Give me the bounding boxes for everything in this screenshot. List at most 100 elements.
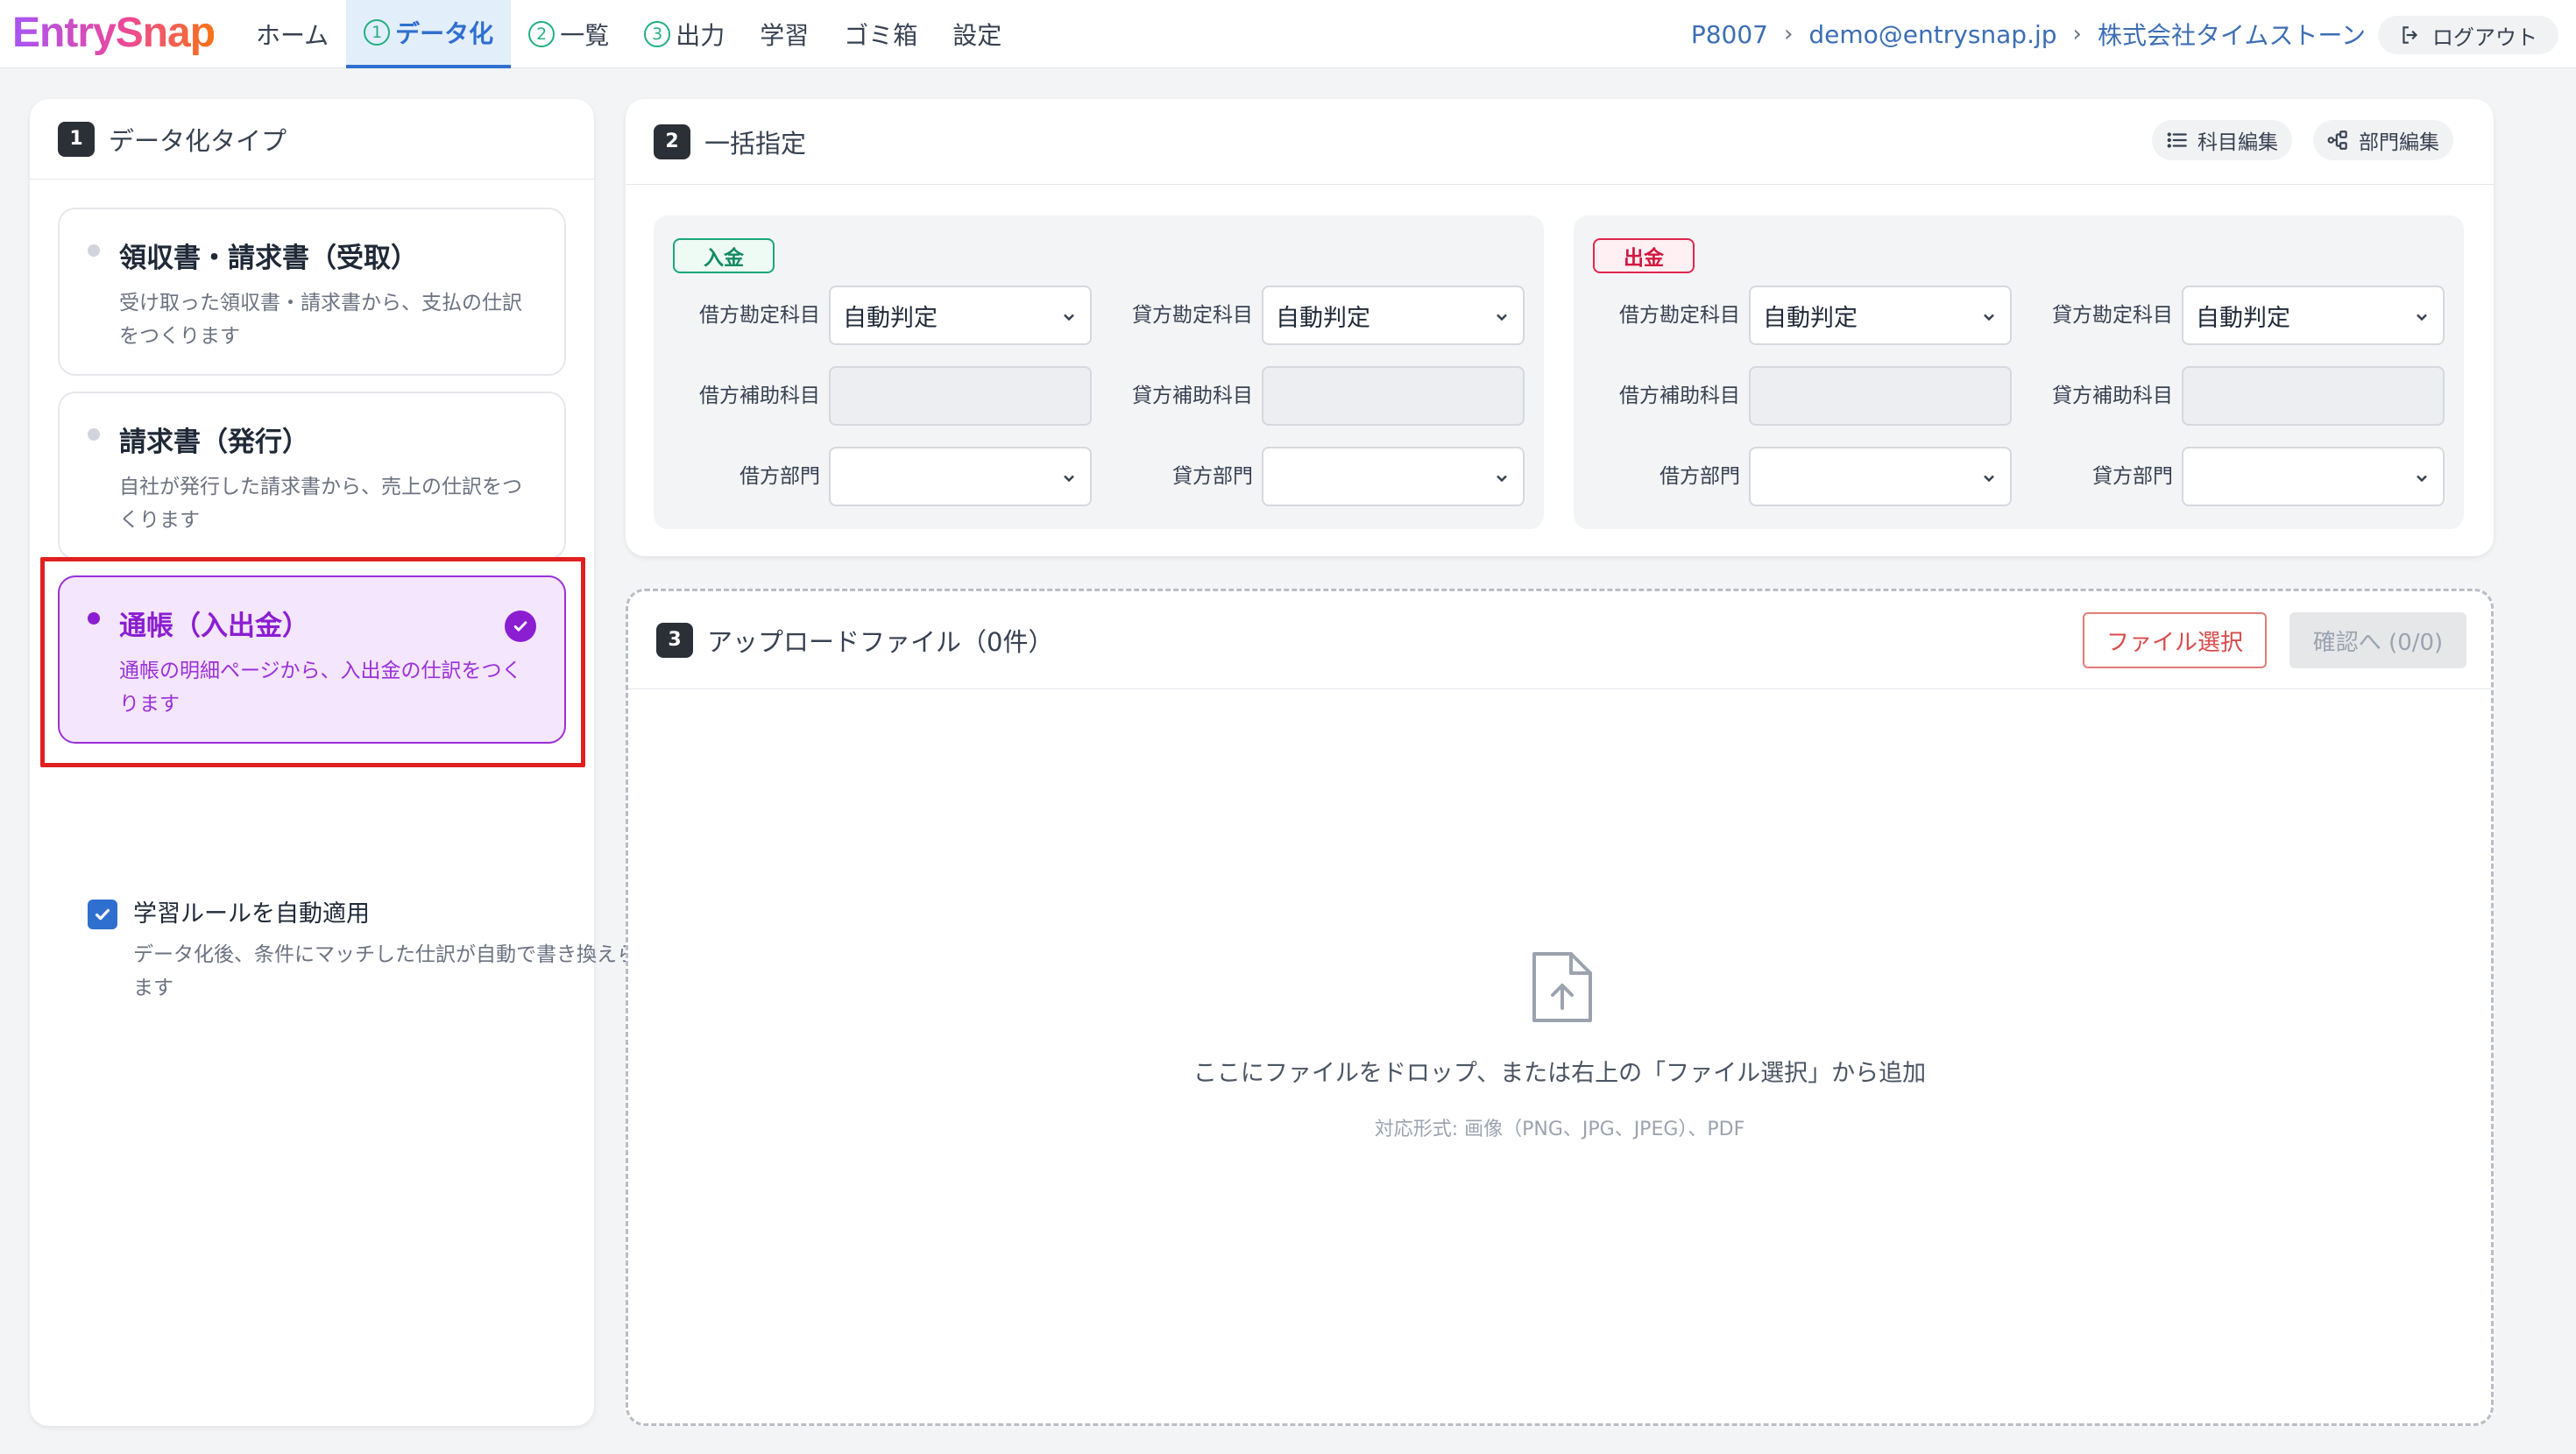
debit-dept-label: 借方部門 [740, 465, 820, 488]
logout-button[interactable]: ログアウト [2378, 16, 2558, 54]
app-logo[interactable]: EntrySnap [12, 7, 216, 60]
bullet-icon [88, 428, 100, 441]
type-option-desc: 通帳の明細ページから、入出金の仕訳をつくります [119, 660, 522, 716]
logout-label: ログアウト [2432, 25, 2537, 50]
type-option-bankbook[interactable]: 通帳（入出金） 通帳の明細ページから、入出金の仕訳をつくります [58, 575, 566, 744]
supported-formats: 対応形式: 画像（PNG、JPG、JPEG）、PDF [1374, 1119, 1745, 1140]
type-option-title: 請求書（発行） [119, 427, 309, 458]
section-title: 一括指定 [704, 128, 807, 159]
select-file-button[interactable]: ファイル選択 [2083, 612, 2267, 668]
nav-home-label: ホーム [256, 21, 329, 50]
section-title: アップロードファイル（0件） [707, 626, 1054, 657]
account-email[interactable]: demo@entrysnap.jp [1808, 20, 2056, 49]
withdrawal-credit-sub-input [2182, 366, 2445, 426]
type-option-desc: 自社が発行した請求書から、売上の仕訳をつくります [119, 476, 522, 532]
file-upload-icon [1532, 952, 1592, 1022]
debit-sub-label: 借方補助科目 [699, 385, 820, 407]
chevron-right-icon: › [2072, 21, 2082, 47]
deposit-panel: 入金 借方勘定科目 自動判定 貸方勘定科目 自動判定 借方補助科目 貸方補助科目… [654, 215, 1544, 529]
deposit-credit-account-select[interactable]: 自動判定 [1262, 286, 1525, 345]
nav-trash-label: ゴミ箱 [844, 21, 918, 50]
section-number-badge: 3 [656, 622, 693, 658]
step-1-circle-icon: 1 [364, 19, 391, 46]
nav-learn[interactable]: 学習 [742, 0, 826, 68]
withdrawal-debit-dept-select[interactable] [1749, 447, 2012, 506]
select-value: 自動判定 [843, 304, 938, 332]
bullet-icon [88, 244, 100, 257]
nav-home[interactable]: ホーム [238, 0, 346, 68]
debit-account-label: 借方勘定科目 [699, 304, 820, 327]
select-value: 自動判定 [1276, 304, 1370, 332]
withdrawal-tag: 出金 [1593, 238, 1695, 273]
dropzone-instructions: ここにファイルをドロップ、または右上の「ファイル選択」から追加 [1192, 1060, 1927, 1087]
org-tree-icon [2327, 131, 2347, 150]
nav-step1-label: データ化 [395, 19, 494, 48]
deposit-credit-dept-select[interactable] [1262, 447, 1525, 506]
credit-sub-label: 貸方補助科目 [2052, 385, 2173, 407]
auto-apply-desc: データ化後、条件にマッチした仕訳が自動で書き換えられます [133, 943, 657, 999]
upload-dropzone-card[interactable]: 3 アップロードファイル（0件） ファイル選択 確認へ (0/0) ここにファイ… [626, 589, 2494, 1426]
auto-apply-checkbox[interactable] [88, 900, 117, 929]
type-option-desc: 受け取った領収書・請求書から、支払の仕訳をつくります [119, 292, 522, 348]
step-3-circle-icon: 3 [644, 21, 671, 47]
edit-departments-button[interactable]: 部門編集 [2313, 120, 2453, 160]
type-option-title: 通帳（入出金） [119, 611, 309, 642]
chevron-down-icon [1984, 475, 1994, 483]
bullet-icon [88, 612, 100, 625]
chevron-down-icon [1497, 475, 1507, 483]
account-code[interactable]: P8007 [1691, 20, 1768, 49]
main-nav: ホーム 1 データ化 2 一覧 3 出力 学習 ゴミ箱 設定 [238, 0, 1019, 68]
chevron-down-icon [2417, 475, 2427, 483]
debit-dept-label: 借方部門 [1660, 465, 1740, 488]
nav-step2-label: 一覧 [560, 21, 610, 50]
withdrawal-debit-account-select[interactable]: 自動判定 [1749, 286, 2012, 345]
data-type-header: 1 データ化タイプ [30, 99, 594, 180]
credit-sub-label: 貸方補助科目 [1132, 385, 1253, 407]
chevron-down-icon [1984, 314, 1994, 321]
deposit-debit-dept-select[interactable] [829, 447, 1092, 506]
select-value: 自動判定 [1763, 304, 1858, 332]
section-title: データ化タイプ [109, 125, 287, 156]
edit-accounts-label: 科目編集 [2197, 131, 2278, 154]
nav-step1-digitize[interactable]: 1 データ化 [346, 0, 512, 68]
chevron-down-icon [1064, 475, 1074, 483]
deposit-tag: 入金 [673, 238, 775, 273]
account-company[interactable]: 株式会社タイムストーン [2098, 17, 2366, 52]
check-circle-icon [505, 611, 536, 642]
section-number-badge: 2 [654, 124, 690, 159]
top-navbar: EntrySnap ホーム 1 データ化 2 一覧 3 出力 学習 ゴミ箱 設定… [0, 0, 2576, 68]
nav-learn-label: 学習 [760, 21, 810, 50]
credit-account-label: 貸方勘定科目 [1132, 304, 1253, 327]
nav-settings-label: 設定 [952, 21, 1002, 50]
chevron-down-icon [1497, 314, 1507, 321]
type-option-invoice-issued[interactable]: 請求書（発行） 自社が発行した請求書から、売上の仕訳をつくります [58, 392, 566, 560]
nav-step3-label: 出力 [676, 21, 725, 50]
batch-settings-card: 2 一括指定 科目編集 部門編集 入金 借方勘定科目 自動判定 貸方勘定科目 自… [626, 99, 2494, 556]
edit-accounts-button[interactable]: 科目編集 [2152, 120, 2292, 160]
auto-apply-label[interactable]: 学習ルールを自動適用 [133, 900, 370, 929]
edit-departments-label: 部門編集 [2359, 131, 2439, 154]
nav-settings[interactable]: 設定 [935, 0, 1019, 68]
type-option-title: 領収書・請求書（受取） [119, 243, 418, 274]
withdrawal-credit-dept-select[interactable] [2182, 447, 2445, 506]
withdrawal-debit-sub-input [1749, 366, 2012, 426]
withdrawal-credit-account-select[interactable]: 自動判定 [2182, 286, 2445, 345]
chevron-down-icon [2417, 314, 2427, 321]
checkmark-icon [95, 908, 110, 921]
select-value: 自動判定 [2196, 304, 2290, 332]
list-icon [2167, 132, 2187, 148]
deposit-debit-account-select[interactable]: 自動判定 [829, 286, 1092, 345]
nav-step2-list[interactable]: 2 一覧 [511, 0, 626, 68]
confirm-button[interactable]: 確認へ (0/0) [2289, 612, 2466, 668]
data-type-card: 1 データ化タイプ 領収書・請求書（受取） 受け取った領収書・請求書から、支払の… [30, 99, 657, 1426]
type-option-receipt[interactable]: 領収書・請求書（受取） 受け取った領収書・請求書から、支払の仕訳をつくります [58, 208, 566, 376]
nav-step3-export[interactable]: 3 出力 [626, 0, 742, 68]
nav-trash[interactable]: ゴミ箱 [826, 0, 935, 68]
account-breadcrumb: P8007 › demo@entrysnap.jp › 株式会社タイムストーン [1691, 0, 2366, 68]
withdrawal-panel: 出金 借方勘定科目 自動判定 貸方勘定科目 自動判定 借方補助科目 貸方補助科目… [1574, 215, 2464, 529]
deposit-debit-sub-input [829, 366, 1092, 426]
deposit-credit-sub-input [1262, 366, 1525, 426]
credit-account-label: 貸方勘定科目 [2052, 304, 2173, 327]
logout-icon [2403, 26, 2418, 44]
debit-sub-label: 借方補助科目 [1619, 385, 1740, 407]
